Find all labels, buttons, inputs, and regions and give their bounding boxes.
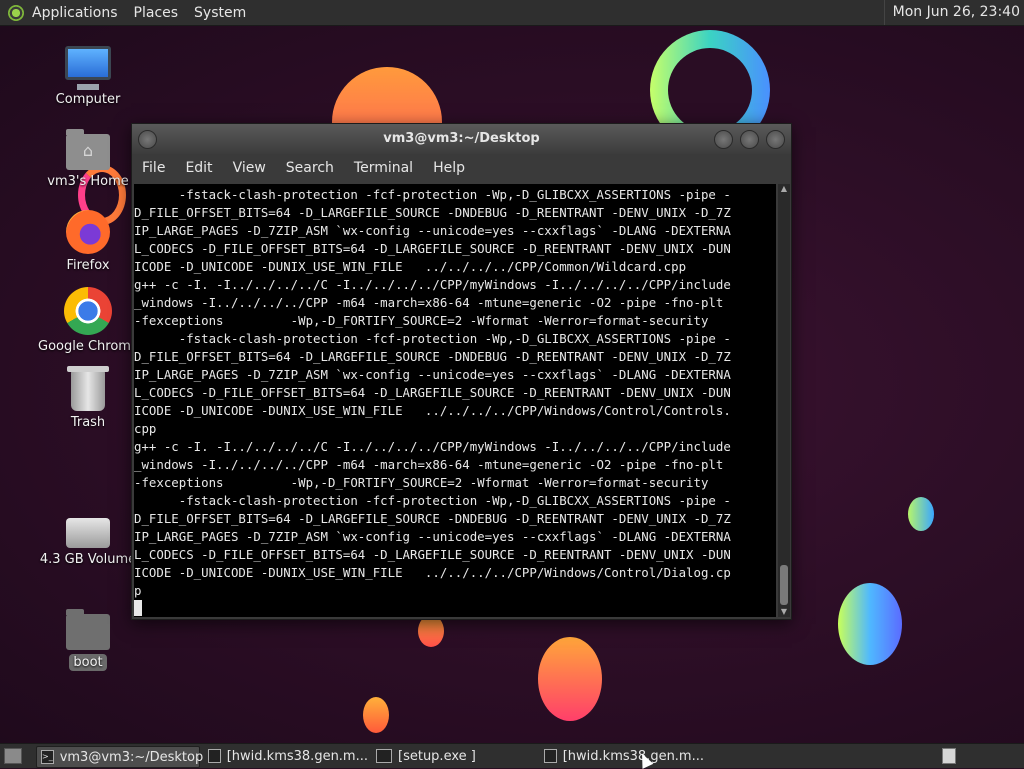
desktop-icon-label: Firefox — [66, 258, 110, 273]
terminal-line: ICODE -D_UNICODE -DUNIX_USE_WIN_FILE ../… — [134, 403, 731, 418]
terminal-line: cpp — [134, 421, 157, 436]
wine-icon — [544, 749, 557, 763]
menu-terminal[interactable]: Terminal — [354, 160, 413, 176]
minimize-button[interactable] — [714, 130, 733, 149]
terminal-scrollbar[interactable]: ▲ ▼ — [778, 184, 790, 617]
terminal-line: -fstack-clash-protection -fcf-protection… — [134, 187, 731, 202]
menu-places[interactable]: Places — [134, 5, 179, 21]
terminal-line: IP_LARGE_PAGES -D_7ZIP_ASM `wx-config --… — [134, 223, 731, 238]
menu-help[interactable]: Help — [433, 160, 465, 176]
taskbar-item-terminal[interactable]: >_ vm3@vm3:~/Desktop — [36, 746, 203, 768]
terminal-line: D_FILE_OFFSET_BITS=64 -D_LARGEFILE_SOURC… — [134, 205, 731, 220]
terminal-cursor — [134, 600, 142, 616]
window-title: vm3@vm3:~/Desktop — [383, 131, 540, 146]
desktop-icon-label: Google Chrome — [38, 339, 139, 354]
desktop-icon-firefox[interactable]: Firefox — [38, 210, 138, 273]
bottom-panel: >_ vm3@vm3:~/Desktop [hwid.kms38.gen.m..… — [0, 743, 1024, 768]
terminal-line: p — [134, 583, 142, 598]
computer-icon-stand — [77, 84, 99, 90]
menu-view[interactable]: View — [233, 160, 266, 176]
desktop-icon-volume[interactable]: 4.3 GB Volume — [38, 518, 138, 567]
terminal-line: D_FILE_OFFSET_BITS=64 -D_LARGEFILE_SOURC… — [134, 349, 731, 364]
terminal-line: IP_LARGE_PAGES -D_7ZIP_ASM `wx-config --… — [134, 529, 731, 544]
terminal-line: _windows -I../../../../CPP -m64 -march=x… — [134, 457, 724, 472]
terminal-line: _windows -I../../../../CPP -m64 -march=x… — [134, 295, 724, 310]
wallpaper-tiny-orange-oval — [363, 697, 389, 733]
wallpaper-small-blue-oval — [908, 497, 934, 531]
desktop-icon-label: 4.3 GB Volume — [39, 552, 137, 567]
terminal-window: vm3@vm3:~/Desktop File Edit View Search … — [131, 123, 792, 620]
wallpaper-orange-oval — [538, 637, 602, 721]
trash-icon — [67, 366, 109, 411]
workspace-switcher[interactable] — [942, 748, 956, 764]
maximize-button[interactable] — [740, 130, 759, 149]
terminal-line: L_CODECS -D_FILE_OFFSET_BITS=64 -D_LARGE… — [134, 385, 731, 400]
task-label: [setup.exe ] — [398, 748, 476, 764]
terminal-line: L_CODECS -D_FILE_OFFSET_BITS=64 -D_LARGE… — [134, 547, 731, 562]
computer-icon — [65, 46, 111, 80]
task-label: [hwid.kms38.gen.m... — [562, 748, 704, 764]
home-folder-icon: ⌂ — [66, 129, 110, 170]
mate-logo-icon[interactable] — [8, 4, 24, 21]
desktop-icon-home[interactable]: ⌂ vm3's Home — [38, 129, 138, 189]
task-label: [hwid.kms38.gen.m... — [226, 748, 368, 764]
terminal-output[interactable]: -fstack-clash-protection -fcf-protection… — [134, 184, 776, 617]
chrome-icon — [64, 287, 112, 335]
taskbar-item-hwid-2[interactable]: [hwid.kms38.gen.m... — [540, 746, 704, 766]
folder-icon — [66, 609, 110, 650]
desktop-icon-trash[interactable]: Trash — [38, 366, 138, 430]
desktop-icon-label: vm3's Home — [47, 174, 129, 189]
terminal-line: -fexceptions -Wp,-D_FORTIFY_SOURCE=2 -Wf… — [134, 475, 709, 490]
terminal-icon: >_ — [41, 750, 54, 764]
scroll-thumb[interactable] — [780, 565, 788, 605]
menu-applications[interactable]: Applications — [32, 5, 118, 21]
wallpaper-blue-oval — [838, 583, 902, 665]
desktop-icon-boot[interactable]: boot — [38, 609, 138, 671]
menu-system[interactable]: System — [194, 5, 246, 21]
scroll-down-arrow-icon[interactable]: ▼ — [778, 607, 790, 617]
desktop-icon-label: boot — [69, 654, 107, 671]
close-button[interactable] — [766, 130, 785, 149]
taskbar-item-hwid-1[interactable]: [hwid.kms38.gen.m... — [204, 746, 368, 766]
clock[interactable]: Mon Jun 26, 23:40 — [883, 0, 1020, 25]
taskbar-item-setup[interactable]: [setup.exe ] — [372, 746, 532, 766]
menu-edit[interactable]: Edit — [185, 160, 212, 176]
terminal-line: IP_LARGE_PAGES -D_7ZIP_ASM `wx-config --… — [134, 367, 731, 382]
desktop-icon-computer[interactable]: Computer — [38, 46, 138, 107]
terminal-text: -fstack-clash-protection -fcf-protection… — [134, 184, 776, 617]
top-panel: Applications Places System Mon Jun 26, 2… — [0, 0, 1024, 26]
show-desktop-icon[interactable] — [4, 748, 22, 764]
terminal-line: -fstack-clash-protection -fcf-protection… — [134, 493, 731, 508]
window-titlebar[interactable]: vm3@vm3:~/Desktop — [132, 124, 791, 154]
desktop-icon-chrome[interactable]: Google Chrome — [38, 287, 139, 354]
wine-icon — [376, 749, 392, 763]
terminal-line: L_CODECS -D_FILE_OFFSET_BITS=64 -D_LARGE… — [134, 241, 731, 256]
desktop-icon-label: Trash — [70, 415, 106, 430]
terminal-menubar: File Edit View Search Terminal Help — [132, 154, 791, 182]
scroll-up-arrow-icon[interactable]: ▲ — [778, 184, 790, 194]
terminal-line: g++ -c -I. -I../../../../C -I../../../..… — [134, 277, 731, 292]
terminal-line: ICODE -D_UNICODE -DUNIX_USE_WIN_FILE ../… — [134, 259, 687, 274]
drive-icon — [66, 518, 110, 548]
desktop-icon-label: Computer — [55, 92, 121, 107]
folder-icon — [208, 749, 221, 763]
terminal-line: g++ -c -I. -I../../../../C -I../../../..… — [134, 439, 731, 454]
menu-file[interactable]: File — [142, 160, 165, 176]
firefox-icon — [66, 210, 110, 254]
terminal-line: -fstack-clash-protection -fcf-protection… — [134, 331, 731, 346]
menu-search[interactable]: Search — [286, 160, 334, 176]
terminal-line: -fexceptions -Wp,-D_FORTIFY_SOURCE=2 -Wf… — [134, 313, 709, 328]
terminal-line: D_FILE_OFFSET_BITS=64 -D_LARGEFILE_SOURC… — [134, 511, 731, 526]
terminal-line: ICODE -D_UNICODE -DUNIX_USE_WIN_FILE ../… — [134, 565, 731, 580]
task-label: vm3@vm3:~/Desktop — [59, 749, 204, 765]
